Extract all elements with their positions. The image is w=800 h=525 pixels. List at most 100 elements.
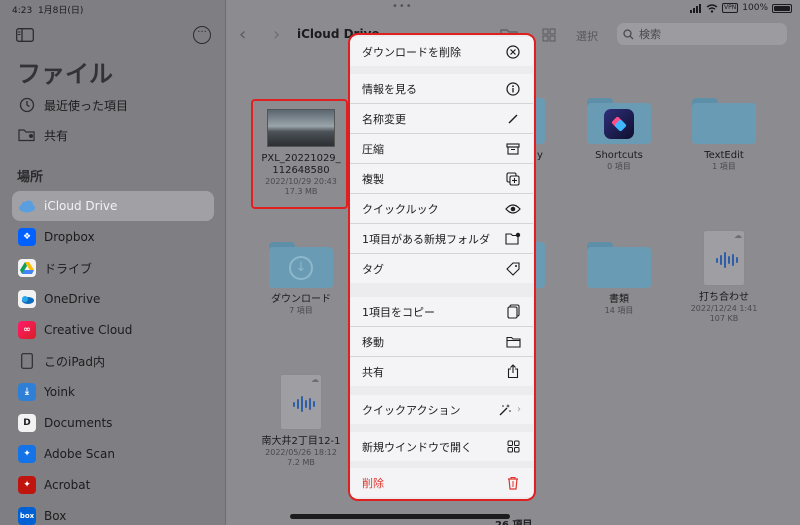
- battery-percent: 100%: [742, 3, 768, 13]
- select-button[interactable]: 選択: [576, 28, 598, 44]
- audio-file-icon: ☁: [280, 374, 322, 430]
- documents-icon: D: [18, 414, 36, 432]
- sidebar-item-documents[interactable]: D Documents: [12, 408, 214, 438]
- menu-item-quick-look[interactable]: クイックルック: [350, 194, 533, 223]
- menu-item-new-folder-with-item[interactable]: 1項目がある新規フォルダ: [350, 224, 533, 253]
- file-item-audio-oi[interactable]: ☁ 南大井2丁目12-1 2022/05/26 18:12 7.2 MB: [251, 374, 351, 468]
- download-arrow-icon: ↓: [289, 256, 313, 280]
- archive-icon: [505, 141, 521, 157]
- menu-item-copy[interactable]: 1項目をコピー: [350, 297, 533, 326]
- folder-icon: [505, 334, 521, 350]
- search-input[interactable]: 検索: [617, 23, 787, 45]
- audio-file-icon: ☁: [703, 230, 745, 286]
- sidebar-item-label: Dropbox: [44, 230, 95, 244]
- sidebar-item-label: Acrobat: [44, 478, 91, 492]
- sidebar-item-icloud-drive[interactable]: iCloud Drive: [12, 191, 214, 221]
- sidebar-item-label: 最近使った項目: [44, 98, 129, 113]
- sidebar-item-yoink[interactable]: ⤓ Yoink: [12, 377, 214, 407]
- sidebar-item-label: OneDrive: [44, 292, 101, 306]
- menu-item-quick-actions[interactable]: クイックアクション ›: [350, 395, 533, 424]
- folder-icon: ↓: [269, 242, 333, 288]
- box-icon: box: [18, 507, 36, 525]
- sidebar-item-label: iCloud Drive: [44, 199, 118, 213]
- eye-icon: [505, 201, 521, 217]
- sidebar-item-recents[interactable]: 最近使った項目: [12, 90, 214, 120]
- menu-item-duplicate[interactable]: 複製: [350, 164, 533, 193]
- menu-item-get-info[interactable]: 情報を見る: [350, 74, 533, 103]
- view-grid-icon[interactable]: [542, 28, 556, 42]
- pencil-icon: [505, 111, 521, 127]
- sidebar-item-label: Creative Cloud: [44, 323, 133, 337]
- tag-icon: [505, 261, 521, 277]
- magic-wand-icon: [497, 402, 513, 418]
- signal-icon: [690, 3, 702, 13]
- folder-shortcuts[interactable]: Shortcuts 0 項目: [569, 98, 669, 172]
- creative-cloud-icon: ∞: [18, 321, 36, 339]
- wifi-icon: [706, 3, 718, 13]
- menu-item-move[interactable]: 移動: [350, 327, 533, 356]
- menu-item-remove-download[interactable]: ダウンロードを削除: [350, 37, 533, 66]
- trash-icon: [505, 475, 521, 491]
- grid-window-icon: [505, 439, 521, 455]
- search-icon: [623, 28, 634, 39]
- multitasking-dots-icon[interactable]: •••: [392, 1, 413, 12]
- sidebar-item-label: Documents: [44, 416, 113, 430]
- vpn-badge: VPN: [722, 3, 739, 13]
- shared-folder-icon: [18, 126, 36, 144]
- sidebar-toggle-icon[interactable]: [16, 28, 34, 42]
- info-icon: [505, 81, 521, 97]
- more-options-icon[interactable]: ···: [193, 26, 211, 44]
- menu-item-delete[interactable]: 削除: [350, 468, 533, 497]
- menu-item-open-new-window[interactable]: 新規ウインドウで開く: [350, 432, 533, 461]
- search-placeholder: 検索: [639, 28, 661, 41]
- adobe-scan-icon: ✦: [18, 445, 36, 463]
- folder-icon: [692, 98, 756, 144]
- sidebar: ··· ファイル 最近使った項目 共有 場所 iCloud Drive ❖ Dr…: [0, 0, 226, 525]
- onedrive-icon: [18, 290, 36, 308]
- folder-documents[interactable]: 書類 14 項目: [569, 242, 669, 316]
- menu-item-rename[interactable]: 名称変更: [350, 104, 533, 133]
- duplicate-icon: [505, 171, 521, 187]
- folder-icon: [587, 98, 651, 144]
- status-bar: 4:23 1月8日(日) ••• VPN 100%: [0, 0, 800, 18]
- menu-item-tags[interactable]: タグ: [350, 254, 533, 283]
- sidebar-item-on-my-ipad[interactable]: このiPad内: [12, 346, 214, 376]
- sidebar-item-creative-cloud[interactable]: ∞ Creative Cloud: [12, 315, 214, 345]
- section-header-places: 場所: [17, 170, 44, 185]
- sidebar-item-shared[interactable]: 共有: [12, 120, 214, 150]
- sidebar-item-onedrive[interactable]: OneDrive: [12, 284, 214, 314]
- sidebar-item-label: Yoink: [44, 385, 75, 399]
- icloud-icon: [18, 197, 36, 215]
- sidebar-item-acrobat[interactable]: ✦ Acrobat: [12, 470, 214, 500]
- folder-downloads[interactable]: ↓ ダウンロード 7 項目: [251, 242, 351, 316]
- back-chevron-icon[interactable]: ‹: [239, 24, 246, 45]
- shortcuts-app-icon: [604, 109, 634, 139]
- remove-download-icon: [505, 44, 521, 60]
- clock-icon: [18, 96, 36, 114]
- battery-icon: [772, 3, 792, 13]
- chevron-right-icon: ›: [517, 404, 521, 415]
- cloud-download-icon: ☁: [734, 231, 742, 240]
- sidebar-item-label: 共有: [44, 128, 69, 143]
- sidebar-item-google-drive[interactable]: ドライブ: [12, 253, 214, 283]
- page-title: ファイル: [17, 60, 113, 88]
- folder-icon: [587, 242, 651, 288]
- google-drive-icon: [18, 259, 36, 277]
- sidebar-item-box[interactable]: box Box: [12, 501, 214, 525]
- file-item-audio-meeting[interactable]: ☁ 打ち合わせ 2022/12/24 1:41 107 KB: [674, 230, 774, 324]
- menu-item-compress[interactable]: 圧縮: [350, 134, 533, 163]
- home-indicator[interactable]: [290, 514, 510, 519]
- sidebar-item-label: ドライブ: [44, 261, 93, 276]
- sidebar-item-label: Box: [44, 509, 67, 523]
- forward-chevron-icon[interactable]: ›: [273, 24, 280, 45]
- menu-item-share[interactable]: 共有: [350, 357, 533, 386]
- cloud-download-icon: ☁: [311, 375, 319, 384]
- sidebar-item-adobe-scan[interactable]: ✦ Adobe Scan: [12, 439, 214, 469]
- selection-highlight: [251, 99, 348, 209]
- status-time: 4:23 1月8日(日): [12, 6, 84, 16]
- sidebar-item-label: Adobe Scan: [44, 447, 115, 461]
- sidebar-top-icons: ···: [14, 26, 211, 46]
- hidden-folder-fragment-label: y: [537, 150, 543, 161]
- sidebar-item-dropbox[interactable]: ❖ Dropbox: [12, 222, 214, 252]
- folder-textedit[interactable]: TextEdit 1 項目: [674, 98, 774, 172]
